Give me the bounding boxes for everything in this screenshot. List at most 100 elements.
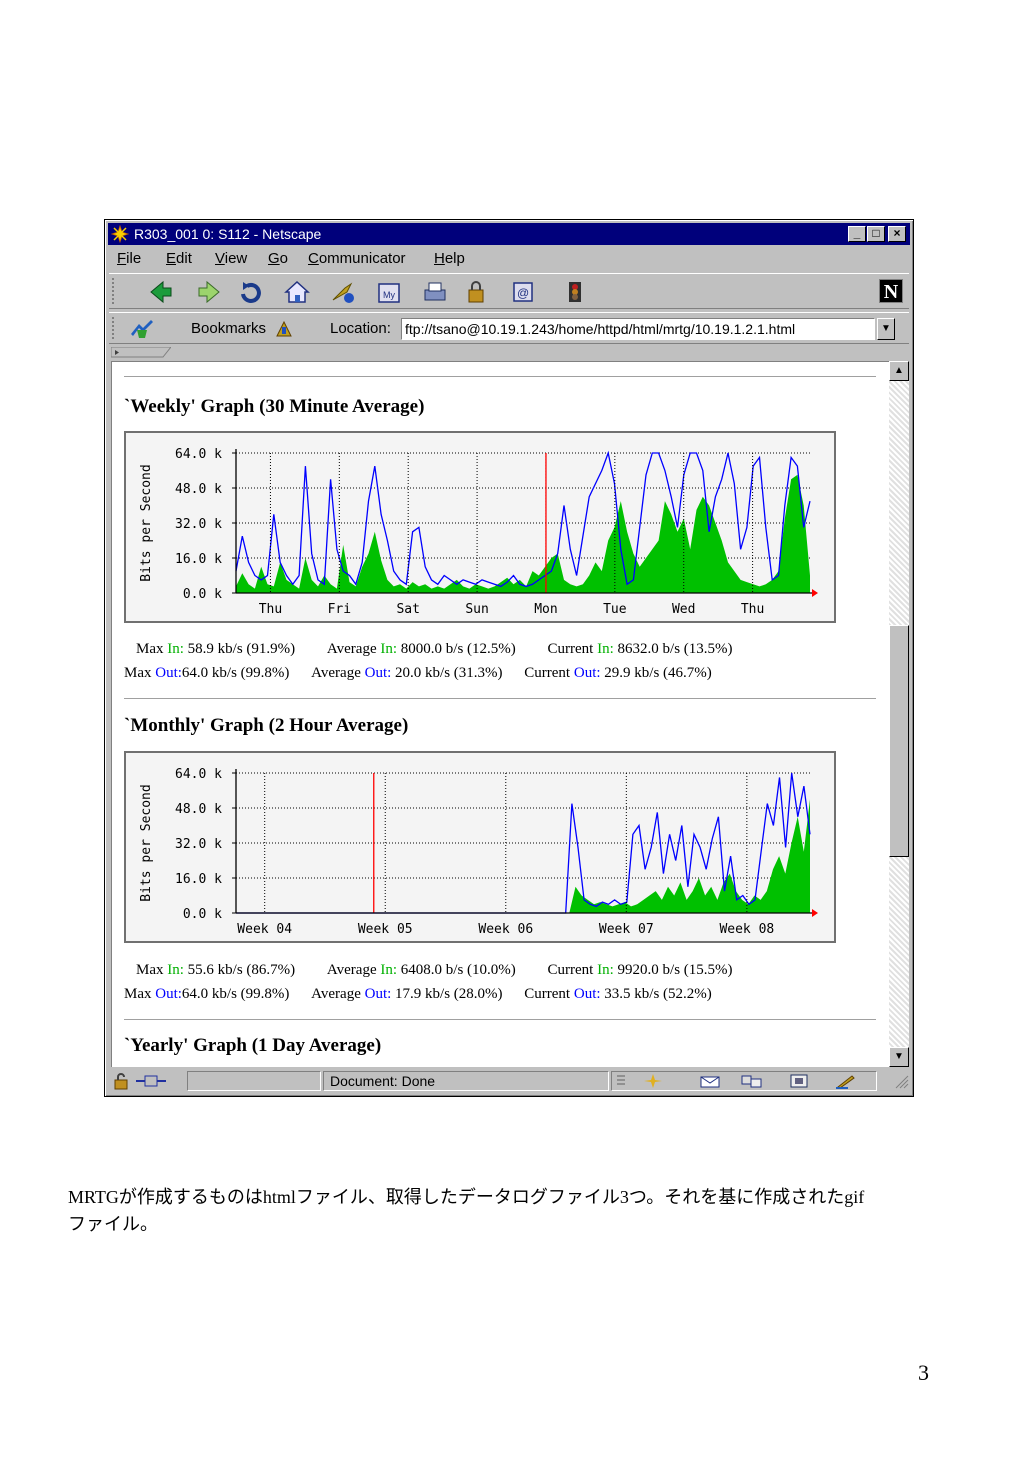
weekly-average-in: Average In: 8000.0 b/s (12.5%) [327,641,516,657]
address-book-icon[interactable] [788,1073,810,1089]
weekly-max-out: Max Out:64.0 kb/s (99.8%) [124,665,289,681]
x-tick-label: Thu [741,602,764,617]
menu-edit[interactable]: Edit [166,247,192,271]
x-tick-label: Week 08 [719,922,774,937]
status-text: Document: Done [323,1071,609,1091]
weekly-stats-row-1: Max In: 58.9 kb/s (91.9%) Average In: 80… [124,641,733,658]
stat-label: Max [124,986,156,1002]
stat-value: 9920.0 b/s (15.5%) [613,962,733,978]
stat-value: 20.0 kb/s (31.3%) [391,665,503,681]
location-input[interactable]: ftp://tsano@10.19.1.243/home/httpd/html/… [401,318,875,340]
close-button[interactable]: × [888,226,906,242]
progress-panel [187,1071,321,1091]
monthly-graph: 64.0 k 48.0 k 32.0 k 16.0 k 0.0 k Bits per Se… [124,751,836,943]
location-dropdown-button[interactable]: ▼ [877,318,895,340]
navigator-icon[interactable] [642,1073,664,1089]
vertical-scrollbar[interactable]: ▲ ▼ [889,361,909,1067]
menu-communicator[interactable]: Communicator [308,247,406,271]
forward-icon[interactable] [195,278,223,306]
x-tick-label: Week 07 [599,922,654,937]
x-tick-label: Mon [534,602,557,617]
menu-file[interactable]: File [117,247,141,271]
stat-label: Max [136,962,168,978]
newsgroups-icon[interactable] [740,1073,764,1089]
stat-label: Average [311,665,365,681]
svg-text:@: @ [517,286,529,300]
mail-icon[interactable] [698,1073,722,1089]
y-axis-label: Bits per Second [139,784,154,901]
menu-go[interactable]: Go [268,247,288,271]
stat-value: 29.9 kb/s (46.7%) [600,665,712,681]
y-tick-label: 32.0 k [175,517,222,532]
bookmarks-icon[interactable] [129,318,155,340]
monthly-max-out: Max Out:64.0 kb/s (99.8%) [124,986,289,1002]
home-icon[interactable] [283,278,311,306]
caption-line-2: ファイル。 [68,1214,158,1234]
scroll-down-button[interactable]: ▼ [889,1047,909,1067]
weekly-max-in: Max In: 58.9 kb/s (91.9%) [136,641,295,657]
toolbar-grip[interactable] [112,278,118,304]
print-icon[interactable] [421,278,449,306]
bookmarks-label[interactable]: Bookmarks [191,313,266,345]
divider [124,698,876,700]
stop-at-icon[interactable]: @ [509,278,537,306]
title-bar[interactable]: R303_001 0: S112 - Netscape _ □ × [108,223,910,245]
stat-value: 64.0 kb/s (99.8%) [181,665,290,681]
netscape-brand-button[interactable]: N [879,279,903,303]
menu-view-label: iew [224,250,248,267]
weekly-graph: 64.0 k 48.0 k 32.0 k 16.0 k 0.0 k Bits per Se… [124,431,836,623]
menu-bar: File Edit View Go Communicator Help [109,247,909,271]
x-tick-label: Tue [603,602,627,617]
location-label: Location: [330,320,391,337]
security-icon[interactable] [463,278,491,306]
minimize-button[interactable]: _ [848,226,866,242]
menu-view[interactable]: View [215,247,247,271]
location-icon[interactable] [274,319,294,339]
stat-value: 55.6 kb/s (86.7%) [183,962,296,978]
security-lock-icon[interactable] [113,1072,131,1090]
grip-icon[interactable] [614,1073,628,1089]
location-toolbar: Bookmarks Location: ftp://tsano@10.19.1.… [109,312,909,344]
x-tick-label: Sun [465,602,488,617]
back-icon[interactable] [147,278,175,306]
scroll-up-button[interactable]: ▲ [889,361,909,381]
x-tick-label: Thu [259,602,282,617]
divider [124,1019,876,1021]
menu-help[interactable]: Help [434,247,465,271]
monthly-average-out: Average Out: 17.9 kb/s (28.0%) [311,986,502,1002]
menu-view-key: V [215,250,225,267]
x-tick-label: Fri [328,602,351,617]
y-tick-label: 16.0 k [175,872,222,887]
monthly-stats-row-2: Max Out:64.0 kb/s (99.8%) Average Out: 1… [124,986,712,1003]
scroll-thumb[interactable] [889,625,909,857]
stop-icon[interactable] [561,278,589,306]
reload-icon[interactable] [237,278,265,306]
search-icon[interactable] [329,278,357,306]
stat-kind-out: Out: [364,665,392,681]
my-netscape-icon[interactable]: My [375,278,403,306]
x-tick-label: Wed [672,602,695,617]
stat-value: 8632.0 b/s (13.5%) [613,641,733,657]
stat-kind-in: In: [167,962,184,978]
svg-text:My: My [383,290,395,300]
stat-kind-in: In: [380,641,398,657]
menu-communicator-label: ommunicator [318,250,406,267]
x-tick-label: Sat [396,602,419,617]
collapse-toolbar-tab[interactable] [111,347,171,358]
stat-value: 6408.0 b/s (10.0%) [397,962,516,978]
resize-grip-icon[interactable] [895,1075,909,1089]
monthly-current-in: Current In: 9920.0 b/s (15.5%) [548,962,733,978]
stat-label: Average [326,641,381,657]
composer-icon[interactable] [834,1073,858,1089]
maximize-button[interactable]: □ [867,226,885,242]
stat-label: Current [524,986,574,1002]
divider [124,376,876,378]
menu-communicator-key: C [308,250,319,267]
browser-window: R303_001 0: S112 - Netscape _ □ × File E… [104,219,914,1097]
location-grip[interactable] [112,317,118,339]
stat-kind-in: In: [167,641,184,657]
monthly-average-in: Average In: 6408.0 b/s (10.0%) [327,962,516,978]
page-content: `Weekly' Graph (30 Minute Average) 64.0 … [111,361,889,1067]
stat-value: 33.5 kb/s (52.2%) [600,986,712,1002]
connection-icon [136,1075,166,1087]
